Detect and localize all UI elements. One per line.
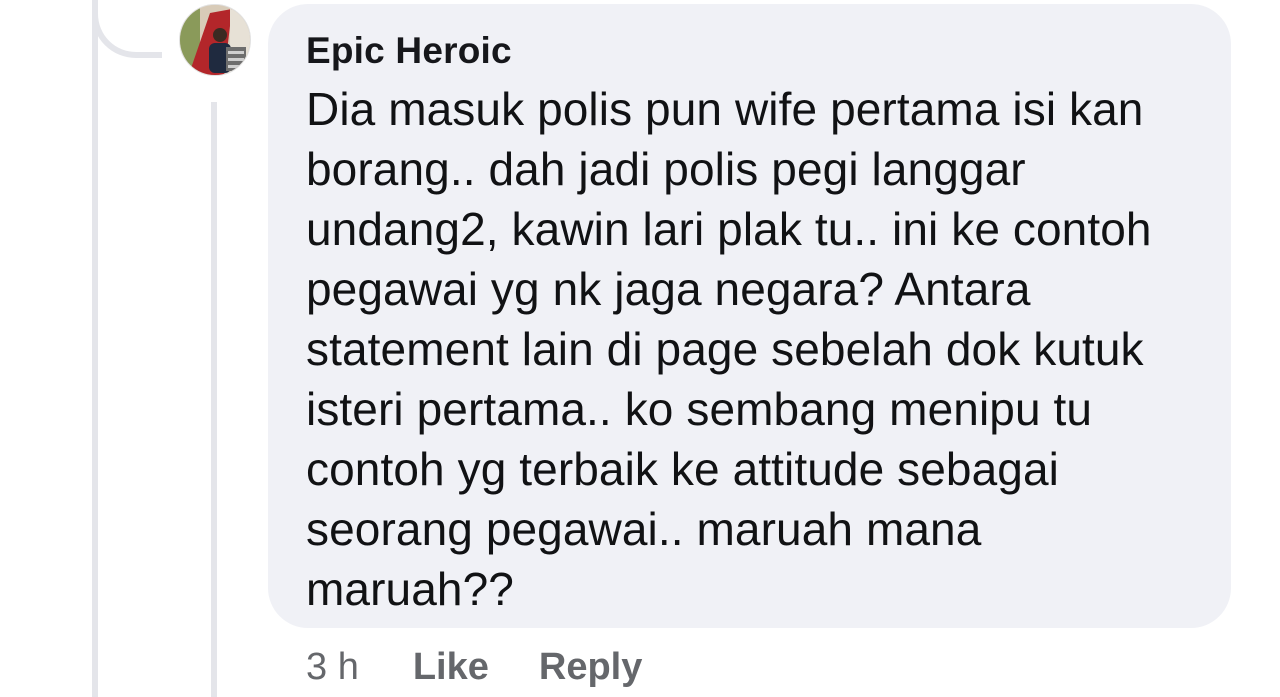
reply-button[interactable]: Reply: [539, 646, 642, 689]
thread-connector: [92, 0, 162, 58]
comment-actions: 3 h Like Reply: [306, 642, 692, 692]
thread-line: [92, 0, 98, 697]
like-button[interactable]: Like: [413, 646, 489, 689]
comment-author[interactable]: Epic Heroic: [306, 26, 1201, 76]
profile-photo-icon: [180, 5, 250, 75]
comment-thread: Epic Heroic Dia masuk polis pun wife per…: [0, 0, 1280, 697]
avatar[interactable]: [179, 4, 251, 76]
comment-text: Dia masuk polis pun wife pertama isi kan…: [306, 83, 1152, 615]
reply-thread-line: [211, 102, 217, 697]
comment-bubble: Epic Heroic Dia masuk polis pun wife per…: [268, 4, 1231, 628]
comment-timestamp[interactable]: 3 h: [306, 646, 359, 689]
